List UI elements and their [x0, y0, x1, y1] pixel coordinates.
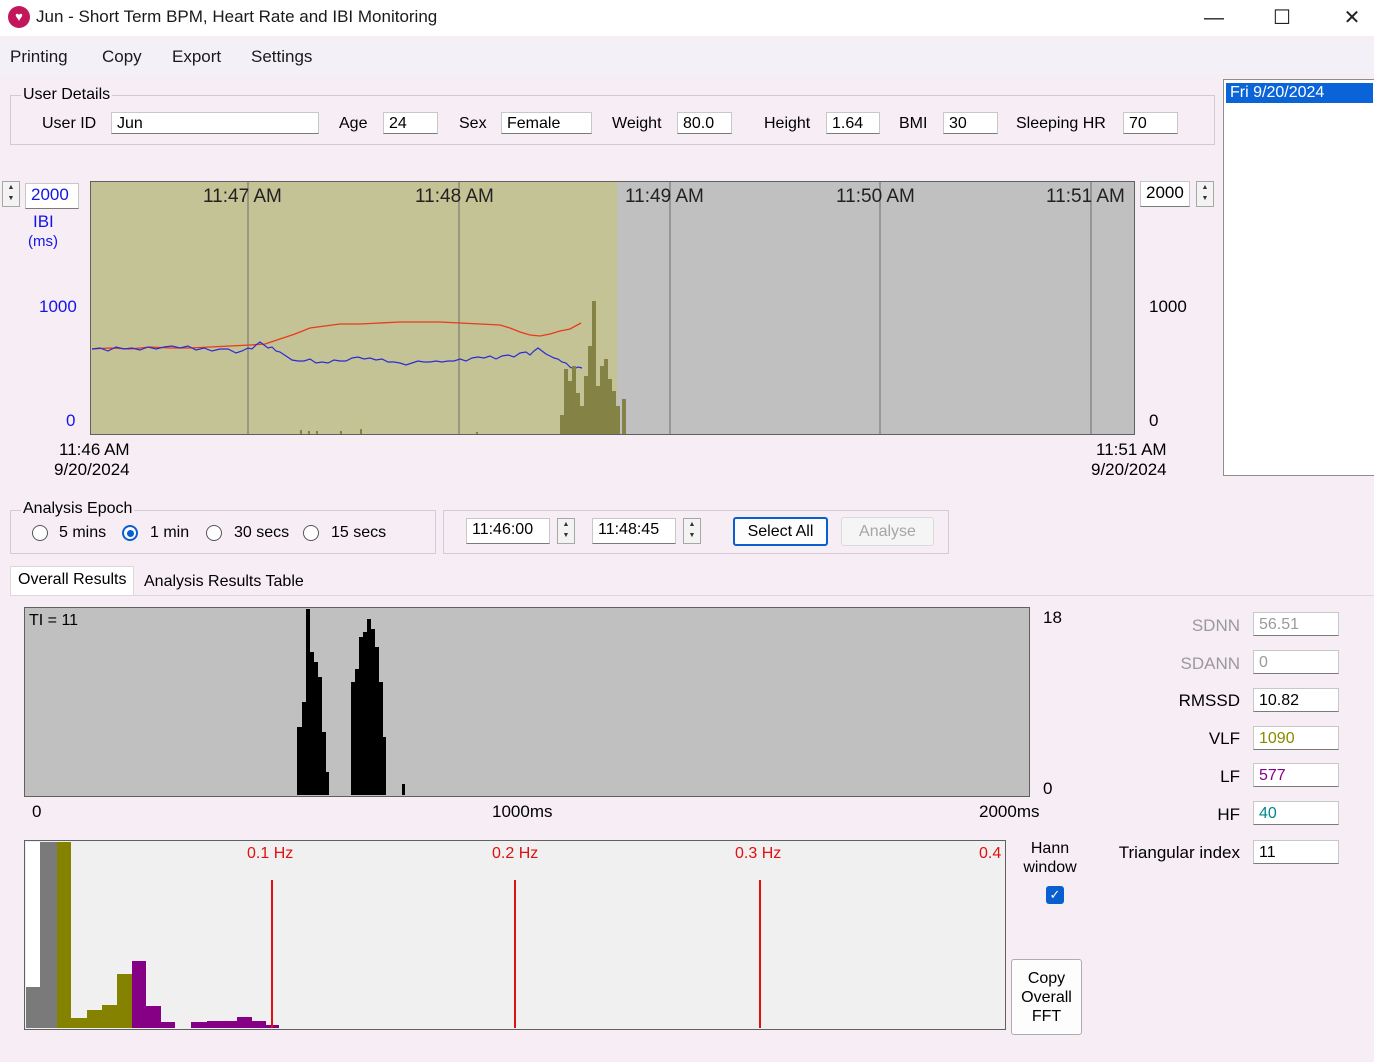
right-max-field[interactable]: 2000 — [1140, 181, 1190, 207]
end-time-spinner[interactable]: ▲ ▼ — [683, 518, 701, 544]
analyse-button[interactable]: Analyse — [841, 517, 934, 546]
age-label: Age — [339, 115, 368, 132]
chart-end-date: 9/20/2024 — [1091, 460, 1167, 479]
histogram-y-max: 18 — [1043, 608, 1062, 627]
hf-field: 40 — [1253, 801, 1339, 825]
ti-label: TI = 11 — [29, 612, 79, 629]
chart-selected-region — [90, 181, 617, 435]
select-all-button[interactable]: Select All — [733, 517, 828, 546]
histogram-x-0: 0 — [32, 802, 42, 821]
ibi-axis-label: IBI — [33, 212, 54, 231]
time-label-1148: 11:48 AM — [415, 186, 494, 207]
histogram-x-2000: 2000ms — [979, 802, 1040, 821]
lf-field: 577 — [1253, 763, 1339, 787]
menu-printing[interactable]: Printing — [10, 47, 68, 67]
right-tick-1000: 1000 — [1149, 297, 1187, 316]
epoch-5mins-radio[interactable] — [32, 525, 48, 541]
epoch-15secs-label[interactable]: 15 secs — [331, 524, 386, 542]
time-label-1151: 11:51 AM — [1046, 186, 1125, 207]
freq-label-0.1: 0.1 Hz — [247, 845, 294, 862]
sdann-field: 0 — [1253, 650, 1339, 674]
ibi-chart[interactable] — [90, 181, 1135, 435]
chart-end-time: 11:51 AM — [1096, 440, 1167, 459]
epoch-1min-label[interactable]: 1 min — [150, 524, 189, 542]
tab-divider — [10, 595, 1374, 596]
hann-window-checkbox[interactable]: ✓ — [1046, 886, 1064, 904]
heart-icon: ♥ — [8, 6, 30, 28]
fft-chart — [24, 840, 1006, 1030]
height-field[interactable]: 1.64 — [826, 112, 880, 134]
sleeping-hr-label: Sleeping HR — [1016, 115, 1106, 132]
start-time-spinner[interactable]: ▲ ▼ — [557, 518, 575, 544]
left-scale-spinner[interactable]: ▲ ▼ — [2, 181, 20, 207]
weight-label: Weight — [612, 115, 662, 132]
analysis-epoch-label: Analysis Epoch — [21, 500, 135, 518]
sex-label: Sex — [459, 115, 487, 132]
chart-start-date: 9/20/2024 — [54, 460, 130, 479]
close-icon[interactable]: ✕ — [1332, 4, 1372, 32]
start-time-field[interactable]: 11:46:00 — [466, 518, 550, 544]
ibi-axis-unit: (ms) — [28, 233, 58, 250]
left-tick-1000: 1000 — [39, 297, 77, 316]
user-id-label: User ID — [42, 115, 97, 132]
bmi-label: BMI — [899, 115, 928, 132]
session-item-selected[interactable]: Fri 9/20/2024 — [1226, 83, 1373, 103]
freq-label-0.4: 0.4 — [979, 845, 1002, 862]
time-label-1150: 11:50 AM — [836, 186, 915, 207]
tab-overall-results[interactable]: Overall Results — [10, 566, 135, 596]
sleeping-hr-field[interactable]: 70 — [1123, 112, 1178, 134]
sex-field[interactable]: Female — [501, 112, 592, 134]
triangular-index-field: 11 — [1253, 840, 1339, 864]
left-max-field[interactable]: 2000 — [25, 183, 79, 209]
weight-field[interactable]: 80.0 — [677, 112, 732, 134]
triangular-index-label: Triangular index — [1118, 843, 1240, 862]
epoch-30secs-label[interactable]: 30 secs — [234, 524, 289, 542]
histogram-y-min: 0 — [1043, 779, 1053, 798]
histogram-x-1000: 1000ms — [492, 802, 553, 821]
hann-window-label: Hann window — [1023, 840, 1077, 876]
right-tick-0: 0 — [1149, 411, 1159, 430]
menu-export[interactable]: Export — [172, 47, 221, 67]
hf-label: HF — [1217, 805, 1240, 824]
minimize-icon[interactable]: — — [1194, 4, 1234, 32]
end-time-field[interactable]: 11:48:45 — [592, 518, 676, 544]
tab-analysis-results-table[interactable]: Analysis Results Table — [137, 569, 311, 595]
user-id-field[interactable]: Jun — [111, 112, 319, 134]
sdnn-field: 56.51 — [1253, 612, 1339, 636]
window-title: Jun - Short Term BPM, Heart Rate and IBI… — [36, 7, 438, 26]
menu-copy[interactable]: Copy — [102, 47, 142, 67]
time-label-1149: 11:49 AM — [625, 186, 704, 207]
session-list[interactable]: Fri 9/20/2024 — [1223, 79, 1374, 476]
epoch-15secs-radio[interactable] — [303, 525, 319, 541]
rr-histogram — [24, 607, 1030, 797]
rmssd-label: RMSSD — [1178, 691, 1240, 710]
left-tick-0: 0 — [66, 411, 76, 430]
bmi-field[interactable]: 30 — [943, 112, 998, 134]
epoch-1min-radio[interactable] — [122, 525, 138, 541]
maximize-icon[interactable]: ☐ — [1262, 4, 1302, 32]
epoch-30secs-radio[interactable] — [206, 525, 222, 541]
user-details-label: User Details — [21, 86, 113, 104]
age-field[interactable]: 24 — [383, 112, 438, 134]
vlf-field: 1090 — [1253, 726, 1339, 750]
rmssd-field: 10.82 — [1253, 688, 1339, 712]
freq-label-0.2: 0.2 Hz — [492, 845, 539, 862]
copy-overall-fft-button[interactable]: Copy Overall FFT — [1011, 959, 1082, 1035]
chart-start-time: 11:46 AM — [59, 440, 130, 459]
right-scale-spinner[interactable]: ▲ ▼ — [1196, 181, 1214, 207]
height-label: Height — [764, 115, 811, 132]
lf-label: LF — [1220, 767, 1240, 786]
menu-settings[interactable]: Settings — [251, 47, 312, 67]
vlf-label: VLF — [1208, 729, 1240, 748]
sdann-label: SDANN — [1180, 654, 1240, 673]
freq-label-0.3: 0.3 Hz — [735, 845, 782, 862]
epoch-5mins-label[interactable]: 5 mins — [59, 524, 106, 542]
time-label-1147: 11:47 AM — [203, 186, 282, 207]
sdnn-label: SDNN — [1191, 616, 1240, 635]
